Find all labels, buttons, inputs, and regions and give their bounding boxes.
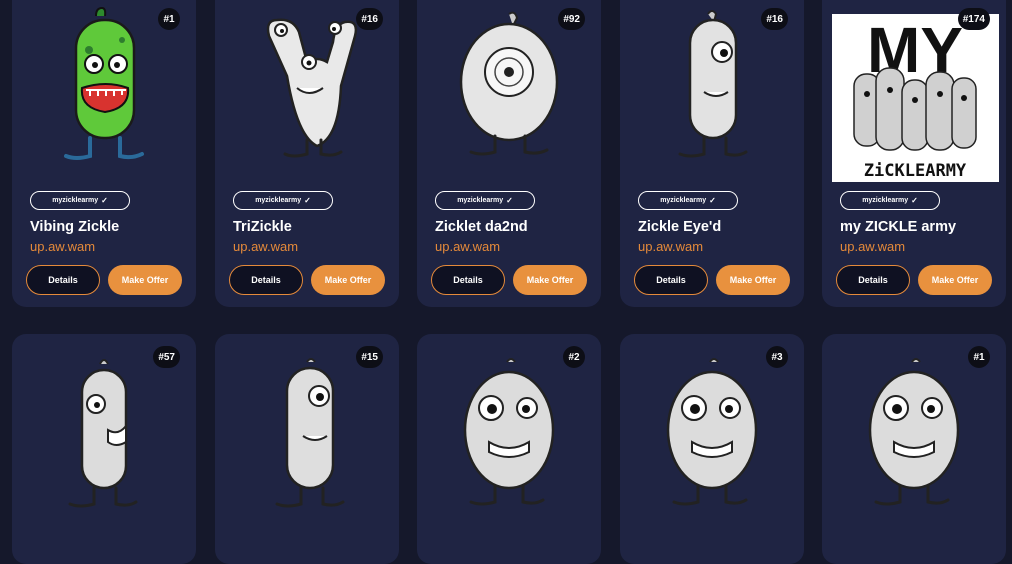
collection-name: myzicklearmy bbox=[862, 197, 909, 204]
mint-number-badge: #15 bbox=[356, 346, 383, 368]
mint-number-badge: #1 bbox=[158, 8, 180, 30]
nft-card[interactable]: #92 myzicklearmy ✓ Zicklet da2nd up.aw.wa… bbox=[417, 0, 601, 307]
nft-image[interactable] bbox=[844, 346, 984, 518]
verified-check-icon: ✓ bbox=[709, 196, 716, 205]
mint-number-badge: #174 bbox=[957, 8, 990, 30]
verified-check-icon: ✓ bbox=[911, 196, 918, 205]
owner-link[interactable]: up.aw.wam bbox=[30, 239, 95, 254]
details-button[interactable]: Details bbox=[26, 265, 100, 295]
make-offer-button[interactable]: Make Offer bbox=[108, 265, 182, 295]
nft-name: TriZickle bbox=[233, 219, 292, 235]
collection-tag[interactable]: myzicklearmy ✓ bbox=[840, 191, 940, 210]
verified-check-icon: ✓ bbox=[506, 196, 513, 205]
mint-number-badge: #16 bbox=[761, 8, 788, 30]
make-offer-button[interactable]: Make Offer bbox=[716, 265, 790, 295]
nft-image[interactable] bbox=[237, 0, 377, 168]
nft-card[interactable]: #16 myzicklearmy ✓ TriZickle up.aw.wam De… bbox=[215, 0, 399, 307]
details-button[interactable]: Details bbox=[431, 265, 505, 295]
details-button[interactable]: Details bbox=[634, 265, 708, 295]
nft-image[interactable] bbox=[439, 0, 579, 168]
owner-link[interactable]: up.aw.wam bbox=[435, 239, 500, 254]
collection-tag[interactable]: myzicklearmy ✓ bbox=[233, 191, 333, 210]
nft-image[interactable] bbox=[642, 346, 782, 518]
collection-name: myzicklearmy bbox=[457, 197, 504, 204]
poster-caption: ZiCKLEARMY bbox=[864, 161, 967, 181]
verified-check-icon: ✓ bbox=[101, 196, 108, 205]
collection-name: myzicklearmy bbox=[52, 197, 99, 204]
nft-name: Zicklet da2nd bbox=[435, 219, 528, 235]
mint-number-badge: #57 bbox=[153, 346, 180, 368]
owner-link[interactable]: up.aw.wam bbox=[840, 239, 905, 254]
make-offer-button[interactable]: Make Offer bbox=[513, 265, 587, 295]
mint-number-badge: #16 bbox=[356, 8, 383, 30]
owner-link[interactable]: up.aw.wam bbox=[233, 239, 298, 254]
collection-name: myzicklearmy bbox=[255, 197, 302, 204]
make-offer-button[interactable]: Make Offer bbox=[311, 265, 385, 295]
mint-number-badge: #3 bbox=[766, 346, 788, 368]
nft-image[interactable]: MY ZiCKLEARMY bbox=[832, 14, 999, 182]
nft-image[interactable] bbox=[34, 0, 174, 168]
nft-image[interactable] bbox=[439, 346, 579, 518]
make-offer-button[interactable]: Make Offer bbox=[918, 265, 992, 295]
collection-tag[interactable]: myzicklearmy ✓ bbox=[435, 191, 535, 210]
nft-image[interactable] bbox=[237, 346, 377, 518]
mint-number-badge: #1 bbox=[968, 346, 990, 368]
mint-number-badge: #92 bbox=[558, 8, 585, 30]
nft-image[interactable] bbox=[642, 0, 782, 168]
details-button[interactable]: Details bbox=[836, 265, 910, 295]
mint-number-badge: #2 bbox=[563, 346, 585, 368]
owner-link[interactable]: up.aw.wam bbox=[638, 239, 703, 254]
collection-tag[interactable]: myzicklearmy ✓ bbox=[30, 191, 130, 210]
nft-card[interactable]: #174 MY ZiCKLEARMY myzicklearmy ✓ my ZICK… bbox=[822, 0, 1006, 307]
nft-name: Zickle Eye'd bbox=[638, 219, 722, 235]
nft-name: my ZICKLE army bbox=[840, 219, 957, 235]
nft-card[interactable]: #1 myzicklearmy ✓ Vibing Zickle up.aw.wam… bbox=[12, 0, 196, 307]
nft-grid: #1 myzicklearmy ✓ Vibing Zickle up.aw.wam… bbox=[0, 0, 1012, 564]
nft-card[interactable]: #16 myzicklearmy ✓ Zickle Eye'd up.aw.wam… bbox=[620, 0, 804, 307]
verified-check-icon: ✓ bbox=[304, 196, 311, 205]
nft-image[interactable] bbox=[34, 346, 174, 518]
details-button[interactable]: Details bbox=[229, 265, 303, 295]
army-poster-art: MY ZiCKLEARMY bbox=[832, 14, 999, 182]
nft-name: Vibing Zickle bbox=[30, 219, 120, 235]
collection-tag[interactable]: myzicklearmy ✓ bbox=[638, 191, 738, 210]
collection-name: myzicklearmy bbox=[660, 197, 707, 204]
